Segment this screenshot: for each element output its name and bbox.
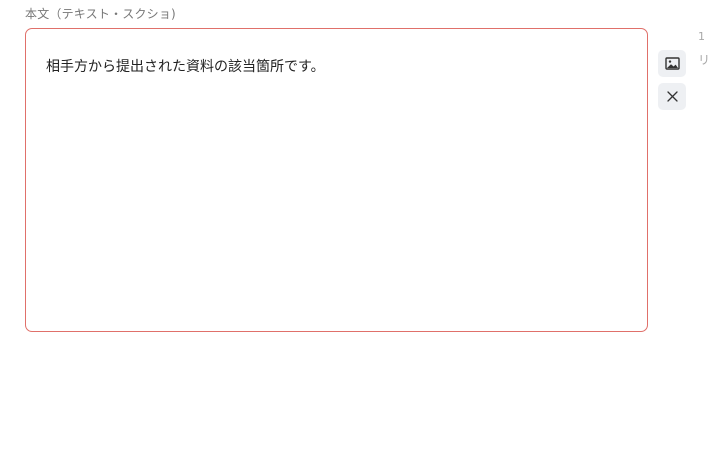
editor-panel: 本文（テキスト・スクショ) 相手方から提出された資料の該当箇所です。 1 リ — [0, 0, 710, 455]
body-textarea[interactable]: 相手方から提出された資料の該当箇所です。 — [25, 28, 648, 332]
close-icon — [666, 91, 678, 102]
edge-number: 1 — [698, 30, 705, 43]
image-icon — [664, 57, 680, 70]
body-field-label: 本文（テキスト・スクショ) — [25, 7, 176, 21]
body-text-content[interactable]: 相手方から提出された資料の該当箇所です。 — [46, 56, 325, 76]
edge-partial-text: リ — [698, 53, 710, 67]
remove-block-button[interactable] — [658, 83, 686, 110]
insert-image-button[interactable] — [658, 50, 686, 77]
